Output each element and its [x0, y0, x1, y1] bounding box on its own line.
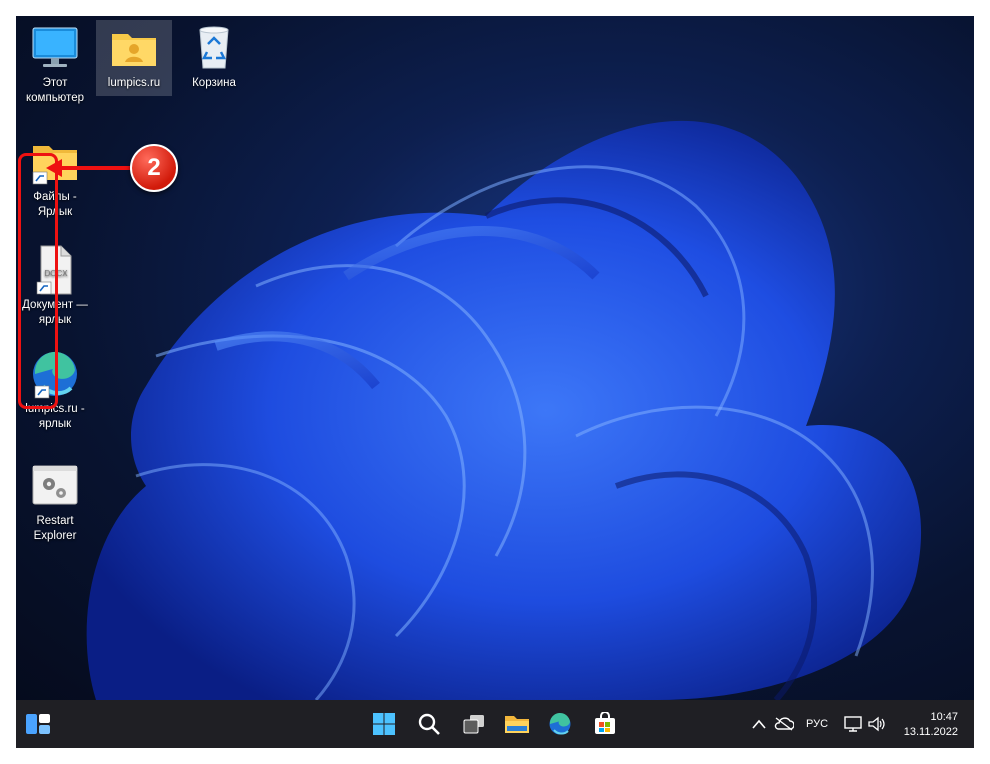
edge-icon [549, 712, 571, 735]
icon-label: Этот компьютер [26, 77, 84, 104]
gears-icon [29, 460, 81, 512]
clock-date: 13.11.2022 [903, 726, 958, 738]
store-icon [595, 712, 615, 734]
onedrive-button[interactable] [772, 708, 796, 740]
store-button[interactable] [589, 708, 621, 740]
desktop-icon-restart-explorer[interactable]: Restart Explorer [17, 460, 93, 544]
onedrive-offline-icon [774, 717, 794, 731]
icon-label: Корзина [192, 77, 236, 89]
desktop[interactable]: Этот компьютер lumpics.ru Корзина Файлы … [16, 16, 974, 700]
clock[interactable]: 10:47 13.11.2022 [904, 710, 958, 740]
speaker-icon [868, 716, 885, 732]
search-button[interactable] [413, 708, 445, 740]
widgets-icon [26, 714, 50, 734]
taskbar: РУС 10:47 13.11.2022 [16, 700, 974, 748]
search-icon [418, 713, 440, 735]
chevron-up-icon [752, 719, 766, 729]
icon-label: lumpics.ru [107, 77, 161, 89]
task-view-button[interactable] [458, 708, 490, 740]
start-button[interactable] [368, 708, 400, 740]
annotation-step-badge: 2 [130, 144, 178, 192]
clock-time: 10:47 [930, 711, 958, 723]
user-folder-icon [108, 22, 160, 74]
desktop-icon-user-folder[interactable]: lumpics.ru [96, 20, 172, 96]
edge-taskbar-button[interactable] [544, 708, 576, 740]
language-indicator[interactable]: РУС [806, 718, 828, 730]
windows-logo-icon [373, 713, 395, 735]
icon-label: Restart Explorer [33, 515, 77, 542]
show-hidden-icons-button[interactable] [748, 708, 770, 740]
desktop-icon-this-pc[interactable]: Этот компьютер [17, 22, 93, 106]
monitor-icon [29, 22, 81, 74]
desktop-icon-recycle-bin[interactable]: Корзина [176, 22, 252, 91]
file-explorer-icon [505, 716, 529, 733]
file-explorer-button[interactable] [501, 708, 533, 740]
network-button[interactable] [842, 708, 864, 740]
annotation-arrow-icon [46, 159, 132, 177]
network-icon [844, 716, 862, 732]
recycle-bin-icon [188, 22, 240, 74]
volume-button[interactable] [866, 708, 888, 740]
wallpaper [86, 120, 922, 700]
screen: Этот компьютер lumpics.ru Корзина Файлы … [16, 16, 974, 748]
widgets-button[interactable] [22, 708, 54, 740]
annotation-highlight-box [18, 153, 58, 409]
task-view-icon [463, 715, 484, 734]
